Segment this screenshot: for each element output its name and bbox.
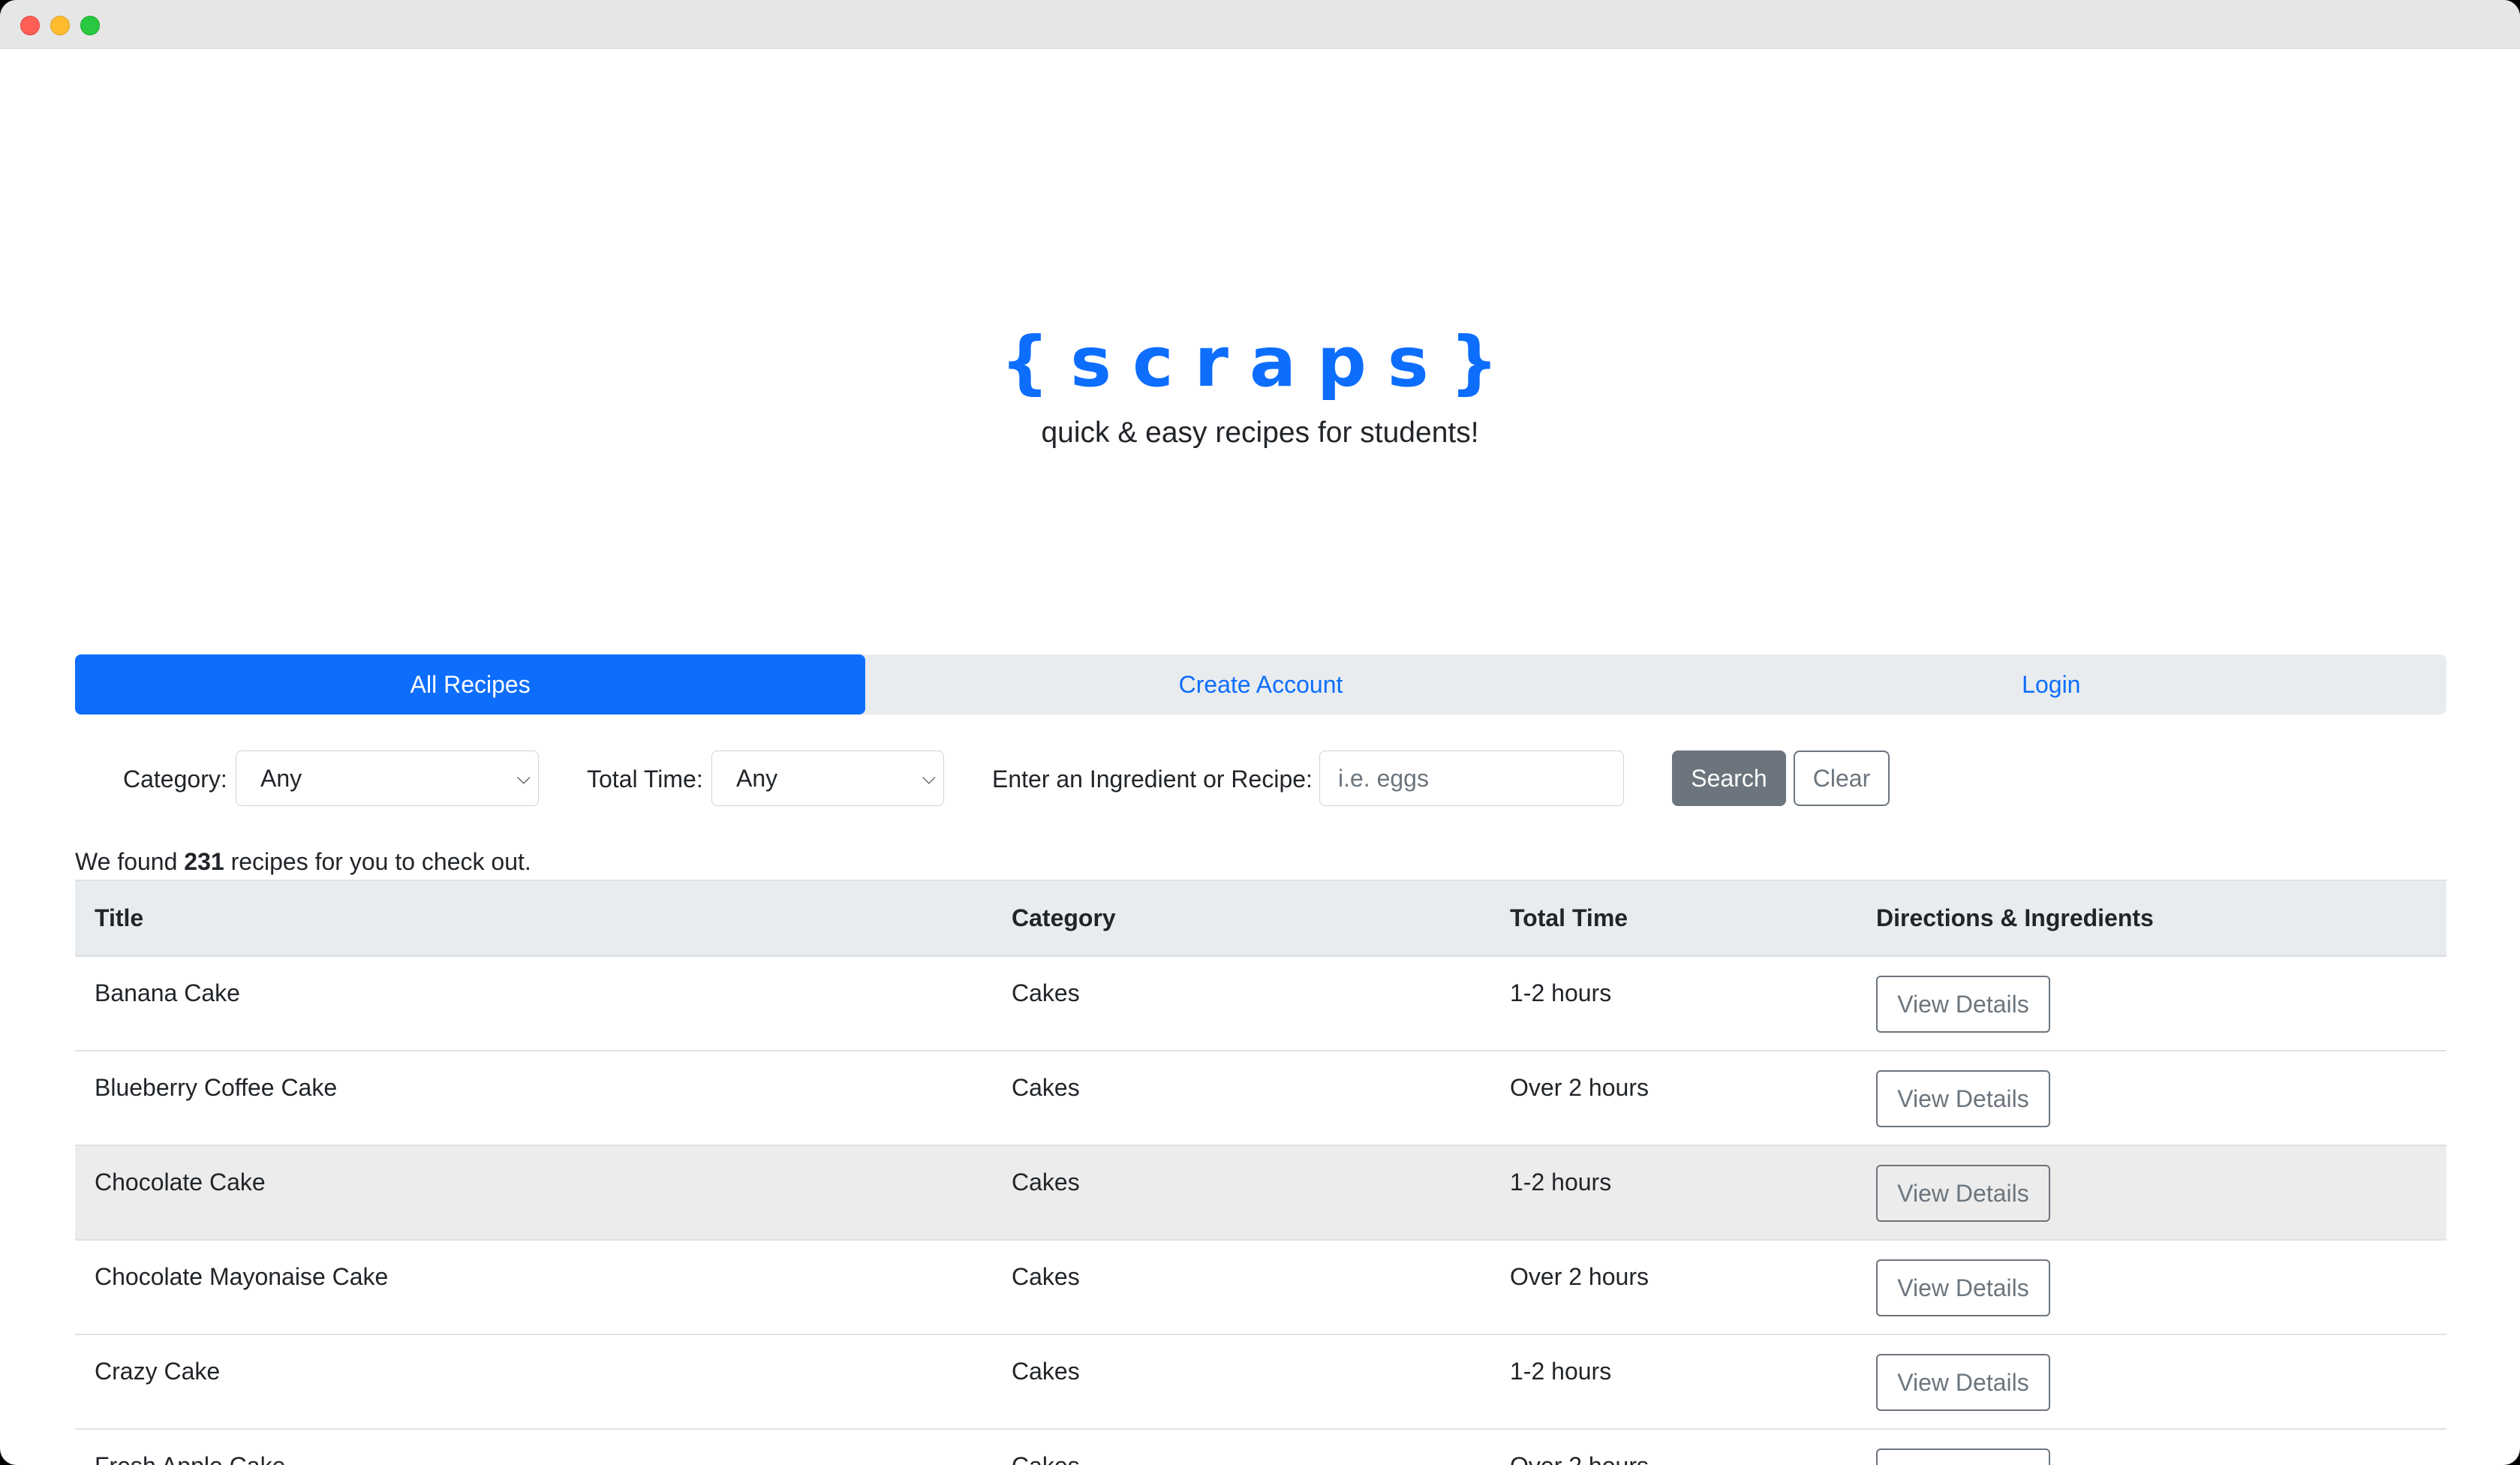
- recipe-title: Crazy Cake: [95, 1358, 221, 1385]
- table-row: Banana Cake Cakes 1-2 hours View Details: [75, 957, 2446, 1051]
- column-header-total-time: Total Time: [1510, 904, 1628, 931]
- recipe-title: Blueberry Coffee Cake: [95, 1074, 338, 1101]
- recipe-total-time: Over 2 hours: [1510, 1448, 1649, 1465]
- results-count: 231: [184, 848, 224, 875]
- recipe-title: Chocolate Mayonaise Cake: [95, 1263, 389, 1290]
- column-header-title: Title: [95, 904, 144, 931]
- view-details-button[interactable]: View Details: [1876, 1070, 2050, 1127]
- minimize-window-button[interactable]: [50, 16, 70, 35]
- search-button[interactable]: Search: [1672, 751, 1786, 806]
- view-details-button[interactable]: View Details: [1876, 1165, 2050, 1222]
- recipe-category: Cakes: [1012, 1263, 1080, 1290]
- table-row: Crazy Cake Cakes 1-2 hours View Details: [75, 1335, 2446, 1430]
- recipe-total-time: 1-2 hours: [1510, 979, 1612, 1006]
- category-select-value: Any: [260, 765, 302, 792]
- clear-button[interactable]: Clear: [1794, 751, 1890, 806]
- recipe-title: Banana Cake: [95, 979, 240, 1006]
- total-time-label: Total Time:: [587, 766, 703, 793]
- close-window-button[interactable]: [20, 16, 40, 35]
- category-select[interactable]: Any ⌵: [236, 751, 539, 806]
- recipe-title: Fresh Apple Cake: [95, 1448, 285, 1465]
- recipe-category: Cakes: [1012, 1358, 1080, 1385]
- recipe-category: Cakes: [1012, 979, 1080, 1006]
- recipes-table: Title Category Total Time Directions & I…: [75, 880, 2446, 1465]
- total-time-select[interactable]: Any ⌵: [711, 751, 944, 806]
- table-header: Title Category Total Time Directions & I…: [75, 881, 2446, 957]
- browser-window: {scraps} quick & easy recipes for studen…: [0, 0, 2520, 1465]
- site-tagline: quick & easy recipes for students!: [1041, 417, 1479, 449]
- ingredient-search-label: Enter an Ingredient or Recipe:: [992, 766, 1313, 793]
- chevron-down-icon: ⌵: [516, 768, 531, 788]
- total-time-select-value: Any: [736, 765, 778, 792]
- table-row: Blueberry Coffee Cake Cakes Over 2 hours…: [75, 1051, 2446, 1146]
- category-label: Category:: [123, 766, 227, 793]
- view-details-button[interactable]: View Details: [1876, 1354, 2050, 1411]
- ingredient-search-input[interactable]: i.e. eggs: [1319, 751, 1624, 806]
- results-prefix: We found: [75, 848, 178, 875]
- nav-tabs: All Recipes Create Account Login: [75, 654, 2446, 714]
- recipe-total-time: Over 2 hours: [1510, 1263, 1649, 1290]
- recipe-category: Cakes: [1012, 1074, 1080, 1101]
- view-details-button[interactable]: View Details: [1876, 976, 2050, 1033]
- recipe-title: Chocolate Cake: [95, 1169, 266, 1196]
- table-row: Chocolate Mayonaise Cake Cakes Over 2 ho…: [75, 1241, 2446, 1335]
- table-row: Fresh Apple Cake Cakes Over 2 hours View…: [75, 1430, 2446, 1465]
- recipe-total-time: 1-2 hours: [1510, 1169, 1612, 1196]
- recipe-category: Cakes: [1012, 1448, 1080, 1465]
- recipe-total-time: 1-2 hours: [1510, 1358, 1612, 1385]
- zoom-window-button[interactable]: [80, 16, 100, 35]
- site-logo: {scraps}: [1000, 322, 1520, 402]
- table-row: Chocolate Cake Cakes 1-2 hours View Deta…: [75, 1146, 2446, 1241]
- chevron-down-icon: ⌵: [922, 768, 936, 788]
- view-details-button[interactable]: View Details: [1876, 1448, 2050, 1465]
- tab-login[interactable]: Login: [1656, 654, 2446, 714]
- results-suffix: recipes for you to check out.: [230, 848, 531, 875]
- filter-bar: Category: Any ⌵ Total Time: Any ⌵ Enter …: [0, 751, 2520, 808]
- view-details-button[interactable]: View Details: [1876, 1259, 2050, 1316]
- window-titlebar: [0, 0, 2520, 49]
- tab-create-account[interactable]: Create Account: [865, 654, 1655, 714]
- recipe-total-time: Over 2 hours: [1510, 1074, 1649, 1101]
- recipe-category: Cakes: [1012, 1169, 1080, 1196]
- column-header-category: Category: [1012, 904, 1116, 931]
- tab-all-recipes[interactable]: All Recipes: [75, 654, 866, 714]
- column-header-directions: Directions & Ingredients: [1876, 904, 2154, 931]
- results-summary: We found 231 recipes for you to check ou…: [75, 844, 531, 880]
